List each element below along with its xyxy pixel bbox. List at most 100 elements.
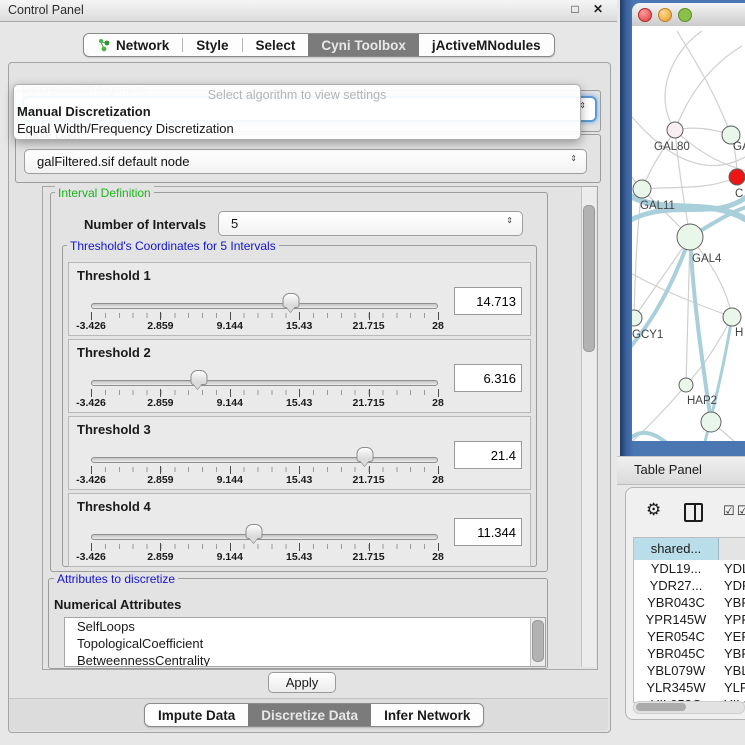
threshold-3-panel: Threshold 3 -3.426 2.859 9.144 15.43 21.… [68, 416, 531, 490]
table-row[interactable]: YLR345WYLR3 [634, 679, 745, 696]
node-selected-red[interactable] [729, 169, 745, 185]
bottom-tabbar: Impute Data Discretize Data Infer Networ… [144, 703, 484, 727]
table-data-combobox[interactable]: galFiltered.sif default node ⇕ [24, 149, 587, 174]
table-panel-bar: Table Panel [617, 456, 745, 485]
threshold-slider-track[interactable] [91, 303, 438, 309]
node-gal11[interactable] [633, 180, 651, 198]
checkbox-icon[interactable]: ☑ [723, 503, 735, 519]
table-row[interactable]: YDR27...YDR2 [634, 577, 745, 594]
slider-ticks [91, 390, 438, 395]
node-label: GCY1 [632, 329, 663, 341]
threshold-value-input[interactable] [454, 287, 522, 315]
numerical-attributes-list: SelfLoops TopologicalCoefficient Between… [64, 617, 546, 667]
table-row[interactable]: YDL19...YDL1 [634, 560, 745, 577]
threshold-1-panel: Threshold 1 -3.426 2.859 9.144 15.43 21.… [68, 262, 531, 336]
attributes-group-title: Attributes to discretize [54, 572, 178, 586]
dropdown-placeholder: Select algorithm to view settings [14, 88, 580, 102]
threshold-slider-thumb[interactable] [246, 524, 263, 539]
threshold-value-input[interactable] [454, 441, 522, 469]
slider-ticks [91, 544, 438, 549]
number-of-intervals-spinner[interactable]: 5 ⇕ [218, 211, 523, 236]
list-item[interactable]: BetweennessCentrality [65, 652, 545, 667]
slider-ticks [91, 313, 438, 318]
dropdown-option-equal-width[interactable]: Equal Width/Frequency Discretization [17, 121, 234, 136]
list-item[interactable]: TopologicalCoefficient [65, 635, 545, 652]
network-window-titlebar [632, 3, 745, 27]
gear-icon[interactable]: ⚙ [646, 500, 661, 520]
thresholds-group-title: Threshold's Coordinates for 5 Intervals [67, 239, 279, 253]
threshold-4-panel: Threshold 4 -3.426 2.859 9.144 15.43 21.… [68, 493, 531, 567]
threshold-slider-track[interactable] [91, 380, 438, 386]
close-traffic-light-icon[interactable] [638, 8, 652, 22]
threshold-value-input[interactable] [454, 364, 522, 392]
control-panel-titlebar: Control Panel □ ✕ [0, 0, 617, 22]
application-window: Control Panel □ ✕ Network Style Select C… [0, 0, 745, 745]
spinner-icon: ⇕ [506, 217, 513, 225]
number-of-intervals-label: Number of Intervals [84, 217, 206, 232]
tab-cyni-toolbox[interactable]: Cyni Toolbox [308, 34, 419, 56]
node-label: C [735, 188, 743, 200]
list-vertical-scrollbar[interactable] [530, 618, 545, 666]
scrollbar-thumb[interactable] [532, 620, 544, 662]
float-window-icon[interactable]: □ [567, 2, 583, 18]
control-panel-title: Control Panel [8, 3, 84, 17]
spinner-icon: ⇕ [570, 155, 577, 163]
settings-vertical-scrollbar[interactable] [581, 187, 596, 667]
node-unlabeled[interactable] [701, 412, 721, 432]
node-gcy1[interactable] [632, 310, 642, 326]
node-h[interactable] [723, 308, 741, 326]
threshold-value-input[interactable] [454, 518, 522, 546]
minimize-traffic-light-icon[interactable] [658, 8, 672, 22]
table-row[interactable]: YPR145WYPR1 [634, 611, 745, 628]
table-row[interactable]: YBL079WYBL0 [634, 662, 745, 679]
node-label: GAL4 [692, 253, 722, 265]
table-panel-title: Table Panel [634, 462, 702, 477]
tab-jactivemnodules[interactable]: jActiveMNodules [419, 34, 554, 56]
threshold-slider-track[interactable] [91, 457, 438, 463]
scrollbar-thumb[interactable] [636, 703, 686, 711]
node-label: GAL80 [654, 141, 690, 153]
top-tabbar: Network Style Select Cyni Toolbox jActiv… [83, 33, 555, 57]
threshold-slider-thumb[interactable] [283, 293, 300, 308]
checkbox-icon[interactable]: ☑ [737, 503, 745, 519]
node-gal4[interactable] [677, 224, 703, 250]
tab-style[interactable]: Style [183, 34, 241, 56]
zoom-traffic-light-icon[interactable] [678, 8, 692, 22]
columns-icon[interactable] [684, 503, 703, 522]
apply-button[interactable]: Apply [268, 672, 336, 693]
tab-select[interactable]: Select [243, 34, 309, 56]
network-icon [97, 38, 111, 53]
algorithm-dropdown-popup: Select algorithm to view settings Manual… [13, 84, 581, 140]
close-icon[interactable]: ✕ [590, 2, 606, 18]
table-row[interactable]: YBR045CYBR0 [634, 645, 745, 662]
column-header-shared-name[interactable]: shared... [634, 538, 719, 560]
node-hap2[interactable] [679, 378, 693, 392]
network-canvas[interactable]: GAL80 GA C GAL11 GAL4 GCY1 H HAP2 [632, 26, 745, 441]
tab-network[interactable]: Network [84, 34, 182, 56]
table-row[interactable]: YER054CYER0 [634, 628, 745, 645]
network-graph: GAL80 GA C GAL11 GAL4 GCY1 H HAP2 [632, 26, 745, 441]
numerical-attributes-label: Numerical Attributes [54, 597, 181, 612]
table-panel-container: ⚙ ☑ ☑ shared... na YDL19...YDL1 YDR27...… [625, 487, 745, 720]
table-row[interactable]: YBR043CYBR0 [634, 594, 745, 611]
threshold-slider-track[interactable] [91, 534, 438, 540]
scrollbar-thumb[interactable] [583, 205, 595, 352]
table-data-value: galFiltered.sif default node [37, 154, 189, 169]
node-gal80[interactable] [667, 122, 683, 138]
list-item[interactable]: SelfLoops [65, 618, 545, 635]
node-label: GAL11 [640, 200, 675, 212]
tab-discretize-data[interactable]: Discretize Data [248, 704, 371, 726]
threshold-slider-thumb[interactable] [190, 370, 207, 385]
dropdown-option-manual-discretization[interactable]: Manual Discretization [17, 104, 151, 119]
number-of-intervals-value: 5 [231, 216, 238, 231]
node-label: H [735, 327, 743, 339]
slider-ticks [91, 467, 438, 472]
node-table: shared... na YDL19...YDL1 YDR27...YDR2 Y… [633, 537, 745, 703]
tab-infer-network[interactable]: Infer Network [371, 704, 483, 726]
tab-impute-data[interactable]: Impute Data [145, 704, 248, 726]
node-label: HAP2 [687, 395, 717, 407]
threshold-slider-thumb[interactable] [357, 447, 374, 462]
table-horizontal-scrollbar[interactable] [633, 701, 745, 714]
column-header-name[interactable]: na [719, 538, 745, 560]
node-label: GA [733, 141, 745, 153]
